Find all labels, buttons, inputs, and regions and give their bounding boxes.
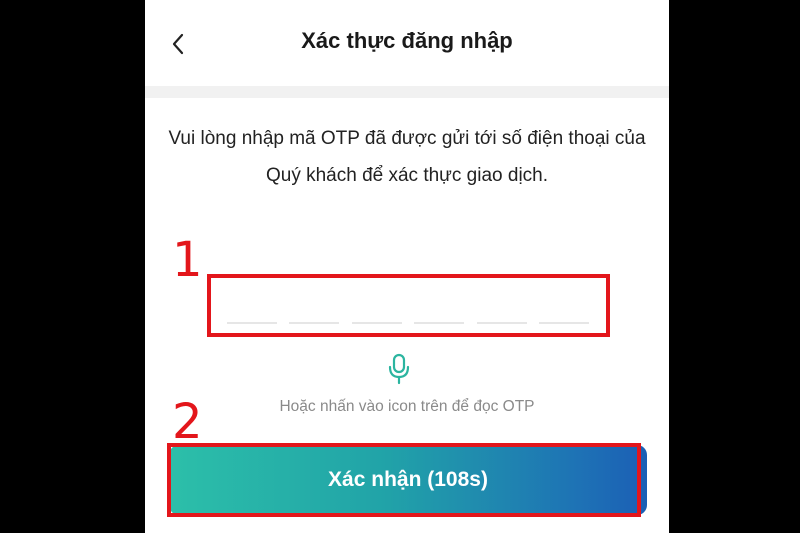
otp-digit-slot [227, 322, 277, 324]
otp-digit-slot [476, 322, 527, 324]
voice-otp-hint: Hoặc nhấn vào icon trên để đọc OTP [279, 398, 535, 415]
otp-instruction-text: Vui lòng nhập mã OTP đã được gửi tới số … [168, 128, 646, 186]
otp-digit-slot [351, 322, 402, 324]
header-divider [145, 86, 669, 98]
otp-input[interactable] [209, 276, 605, 332]
chevron-left-icon [172, 33, 184, 55]
otp-digit-slot [414, 322, 465, 324]
back-button[interactable] [163, 26, 193, 62]
annotation-step-2: 2 [172, 394, 203, 450]
voice-otp-button[interactable] [385, 352, 413, 386]
header: Xác thực đăng nhập [145, 0, 669, 88]
otp-digit-slot [289, 322, 340, 324]
page-title: Xác thực đăng nhập [301, 28, 513, 53]
otp-digit-slot [538, 322, 589, 324]
app-screen: Xác thực đăng nhập Vui lòng nhập mã OTP … [145, 0, 669, 533]
microphone-icon [388, 353, 410, 385]
annotation-step-1: 1 [172, 232, 203, 288]
confirm-button[interactable]: Xác nhận (108s) [169, 445, 647, 515]
